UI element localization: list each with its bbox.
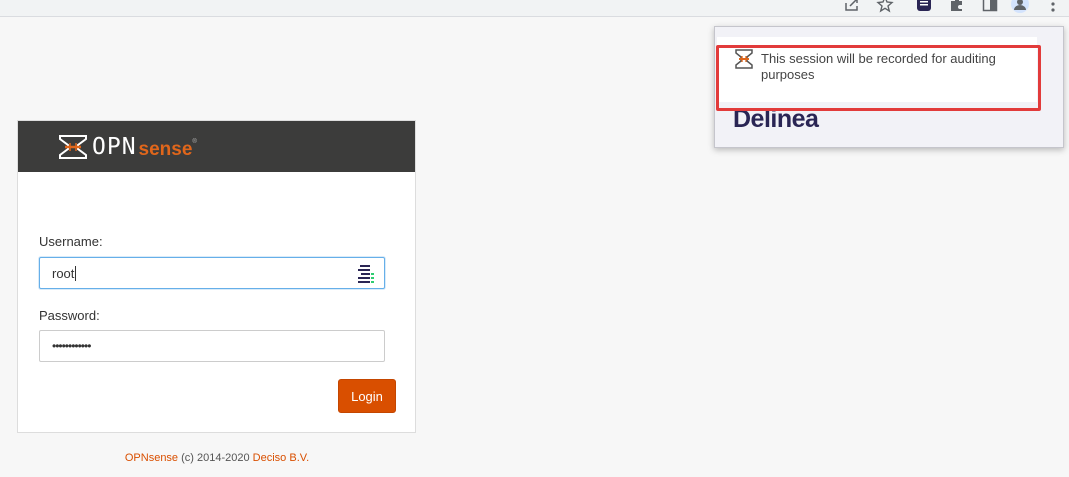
- opnsense-logo-icon: [59, 135, 87, 159]
- password-manager-icon[interactable]: [357, 264, 375, 283]
- username-value: root: [52, 265, 75, 281]
- password-value: ••••••••••••: [52, 339, 91, 353]
- share-icon[interactable]: [843, 0, 861, 13]
- text-cursor: [75, 265, 77, 281]
- username-label: Username:: [39, 234, 103, 249]
- profile-avatar-icon[interactable]: [1009, 0, 1031, 13]
- password-input[interactable]: ••••••••••••: [39, 330, 385, 362]
- page-footer: OPNsense (c) 2014-2020 Deciso B.V.: [0, 452, 434, 464]
- logo-registered-mark: ®: [192, 139, 197, 145]
- highlight-box: [716, 45, 1041, 111]
- login-card: OPN sense ® Username: root Password: •••…: [17, 120, 416, 433]
- browser-menu-icon[interactable]: [1046, 0, 1060, 13]
- logo-sense-text: sense: [138, 139, 193, 160]
- side-panel-icon[interactable]: [981, 0, 999, 13]
- copyright-text: (c) 2014-2020: [178, 452, 253, 464]
- delinea-extension-icon[interactable]: [914, 0, 934, 13]
- username-input[interactable]: root: [39, 257, 385, 289]
- opnsense-link[interactable]: OPNsense: [125, 452, 178, 464]
- login-card-header: OPN sense ®: [18, 121, 415, 172]
- opnsense-logo: OPN sense ®: [58, 132, 197, 162]
- bookmark-star-icon[interactable]: [876, 0, 894, 13]
- extensions-puzzle-icon[interactable]: [948, 0, 966, 13]
- logo-opn-text: OPN: [92, 134, 137, 160]
- login-button[interactable]: Login: [338, 379, 396, 413]
- browser-toolbar: [0, 0, 1069, 17]
- password-label: Password:: [39, 308, 100, 323]
- deciso-link[interactable]: Deciso B.V.: [253, 452, 309, 464]
